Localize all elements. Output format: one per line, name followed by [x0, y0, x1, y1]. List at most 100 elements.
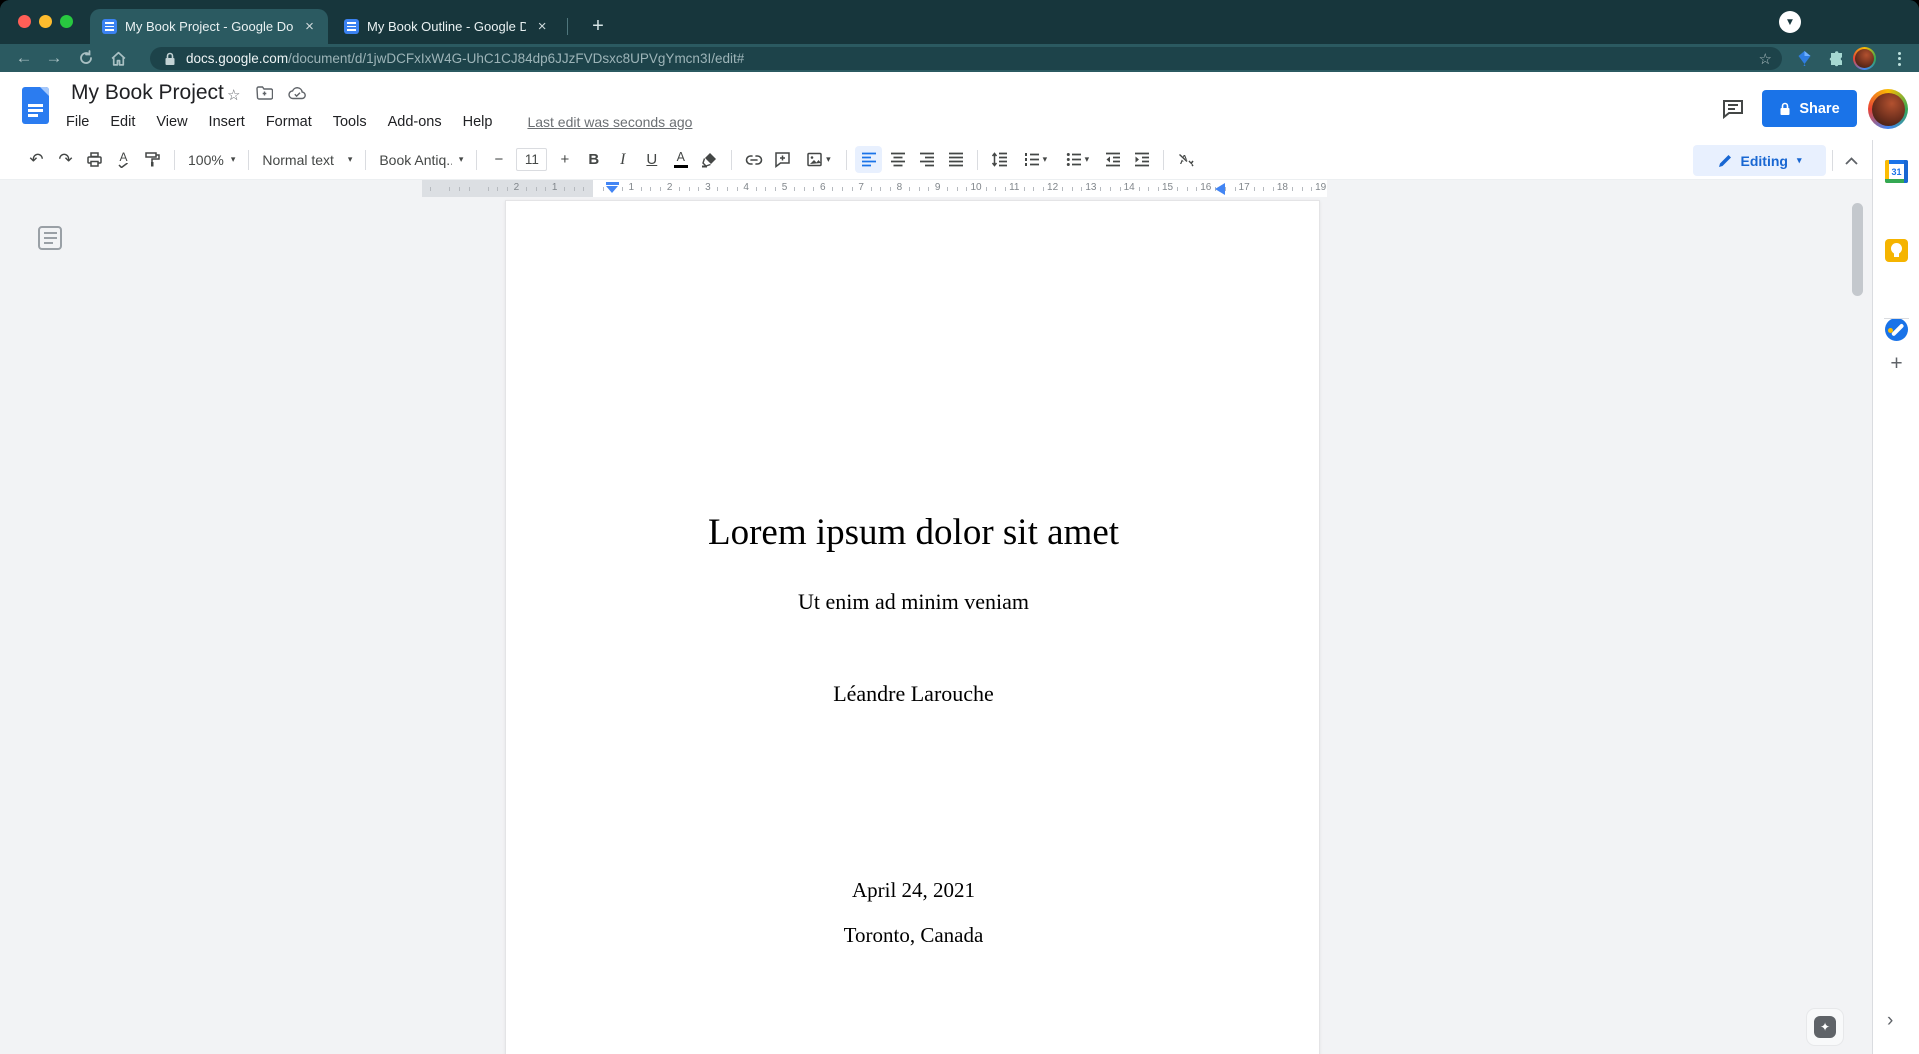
- close-window-button[interactable]: [18, 15, 31, 28]
- tab-title: My Book Outline - Google Docs: [367, 19, 526, 34]
- align-center-icon[interactable]: [884, 146, 911, 173]
- document-title[interactable]: My Book Project: [71, 81, 224, 105]
- line-spacing-icon[interactable]: [986, 146, 1013, 173]
- bold-icon[interactable]: B: [580, 146, 607, 173]
- hide-menus-button[interactable]: [1838, 147, 1865, 174]
- decrease-indent-icon[interactable]: [1099, 146, 1126, 173]
- increase-indent-icon[interactable]: [1128, 146, 1155, 173]
- reload-icon[interactable]: [72, 44, 100, 72]
- ruler-tick: [449, 187, 450, 191]
- add-comment-icon[interactable]: [769, 146, 796, 173]
- ruler-tick: [852, 187, 853, 191]
- insert-link-icon[interactable]: [740, 146, 767, 173]
- star-document-icon[interactable]: ☆: [227, 86, 240, 104]
- last-edit-link[interactable]: Last edit was seconds ago: [527, 114, 692, 130]
- back-icon[interactable]: ←: [10, 44, 38, 72]
- doc-date-text[interactable]: April 24, 2021: [506, 878, 1321, 903]
- left-indent-marker[interactable]: [606, 182, 619, 193]
- tab-my-book-outline[interactable]: My Book Outline - Google Docs ×: [332, 9, 560, 44]
- zoom-window-button[interactable]: [60, 15, 73, 28]
- ruler-tick: [679, 187, 680, 191]
- extensions-puzzle-icon[interactable]: [1825, 47, 1848, 70]
- justify-icon[interactable]: [942, 146, 969, 173]
- ruler-tick: [813, 187, 814, 191]
- menu-addons[interactable]: Add-ons: [388, 114, 442, 130]
- clear-formatting-icon[interactable]: A: [1172, 146, 1199, 173]
- paint-format-icon[interactable]: [139, 146, 166, 173]
- ruler-tick: [1273, 187, 1274, 191]
- toolbar-divider: [731, 150, 732, 170]
- font-select[interactable]: Book Antiq... ▾: [373, 146, 469, 173]
- ruler-tick: [650, 187, 651, 191]
- docs-app-icon[interactable]: [22, 87, 49, 124]
- ruler-number: 13: [1085, 182, 1096, 193]
- doc-location-text[interactable]: Toronto, Canada: [506, 923, 1321, 948]
- text-color-icon[interactable]: A: [667, 146, 694, 173]
- menu-file[interactable]: File: [66, 114, 89, 130]
- bookmark-star-icon[interactable]: ☆: [1759, 50, 1772, 68]
- toolbar-divider: [248, 150, 249, 170]
- italic-icon[interactable]: I: [609, 146, 636, 173]
- tab-my-book-project[interactable]: My Book Project - Google Docs ×: [90, 9, 328, 44]
- menu-help[interactable]: Help: [463, 114, 493, 130]
- ruler-tick: [1158, 187, 1159, 191]
- close-side-panel-icon[interactable]: ›: [1887, 1010, 1893, 1032]
- ruler-tick: [880, 187, 881, 191]
- ruler-tick: [622, 187, 623, 191]
- open-comments-icon[interactable]: [1722, 99, 1744, 123]
- tab-search-button[interactable]: ▼: [1779, 11, 1801, 33]
- align-right-icon[interactable]: [913, 146, 940, 173]
- minimize-window-button[interactable]: [39, 15, 52, 28]
- explore-button[interactable]: ✦: [1806, 1008, 1844, 1046]
- browser-avatar[interactable]: [1853, 47, 1876, 70]
- editing-mode-button[interactable]: Editing ▾: [1693, 145, 1826, 176]
- undo-icon[interactable]: ↶: [23, 146, 50, 173]
- decrease-font-size-icon[interactable]: −: [485, 146, 512, 173]
- menu-insert[interactable]: Insert: [209, 114, 245, 130]
- menu-tools[interactable]: Tools: [333, 114, 367, 130]
- numbered-list-icon[interactable]: ▾: [1015, 146, 1055, 173]
- scrollbar-thumb[interactable]: [1852, 203, 1863, 296]
- doc-author-text[interactable]: Léandre Larouche: [506, 681, 1321, 707]
- extension-gem-icon[interactable]: [1793, 47, 1816, 70]
- new-tab-button[interactable]: +: [584, 12, 612, 40]
- increase-font-size-icon[interactable]: +: [551, 146, 578, 173]
- menu-view[interactable]: View: [156, 114, 187, 130]
- close-tab-icon[interactable]: ×: [534, 18, 550, 36]
- right-indent-marker[interactable]: [1215, 183, 1225, 195]
- bulleted-list-icon[interactable]: ▾: [1057, 146, 1097, 173]
- menu-format[interactable]: Format: [266, 114, 312, 130]
- get-addons-icon[interactable]: +: [1885, 352, 1908, 376]
- tasks-icon[interactable]: [1885, 318, 1908, 341]
- font-size-input[interactable]: 11: [516, 148, 547, 171]
- address-bar[interactable]: docs.google.com/document/d/1jwDCFxIxW4G-…: [150, 47, 1782, 70]
- spellcheck-icon[interactable]: A: [110, 146, 137, 173]
- calendar-icon[interactable]: 31: [1885, 160, 1908, 183]
- browser-menu-icon[interactable]: [1888, 47, 1911, 70]
- align-left-icon[interactable]: [855, 146, 882, 173]
- tab-title: My Book Project - Google Docs: [125, 19, 293, 34]
- share-button[interactable]: Share: [1762, 90, 1857, 127]
- menu-edit[interactable]: Edit: [110, 114, 135, 130]
- print-icon[interactable]: [81, 146, 108, 173]
- close-tab-icon[interactable]: ×: [301, 18, 318, 36]
- insert-image-icon[interactable]: ▾: [798, 146, 838, 173]
- doc-subtitle-text[interactable]: Ut enim ad minim veniam: [506, 589, 1321, 615]
- underline-icon[interactable]: U: [638, 146, 665, 173]
- keep-icon[interactable]: [1885, 239, 1908, 262]
- zoom-select[interactable]: 100% ▾: [182, 146, 241, 173]
- show-outline-icon[interactable]: [38, 226, 62, 250]
- forward-icon[interactable]: →: [40, 44, 68, 72]
- cloud-saved-icon[interactable]: [288, 86, 307, 104]
- paragraph-style-select[interactable]: Normal text ▾: [256, 146, 358, 173]
- move-to-folder-icon[interactable]: [256, 86, 273, 104]
- highlight-color-icon[interactable]: [696, 146, 723, 173]
- document-page[interactable]: Lorem ipsum dolor sit amet Ut enim ad mi…: [505, 200, 1320, 1054]
- ruler-number: 8: [897, 182, 903, 193]
- ruler-scale: 2112345678910111213141516171819: [422, 180, 1327, 197]
- home-icon[interactable]: [104, 44, 132, 72]
- account-avatar[interactable]: [1868, 89, 1908, 129]
- doc-title-text[interactable]: Lorem ipsum dolor sit amet: [506, 511, 1321, 554]
- ruler-tick: [986, 187, 987, 191]
- redo-icon[interactable]: ↷: [52, 146, 79, 173]
